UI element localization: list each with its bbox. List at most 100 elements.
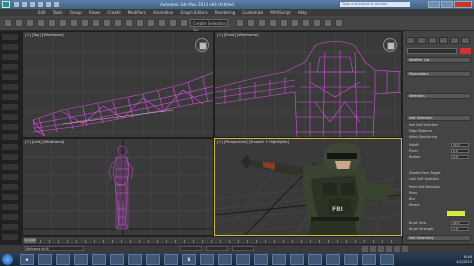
time-slider[interactable]: 0 / 100 — [22, 236, 402, 244]
strip-tool[interactable] — [2, 44, 18, 50]
undo-icon[interactable] — [38, 2, 43, 7]
strip-tool[interactable] — [2, 144, 18, 150]
layer-manager-icon[interactable] — [258, 19, 266, 27]
snaps-toggle-icon[interactable] — [180, 19, 188, 27]
redo-icon[interactable] — [46, 2, 51, 7]
utilities-tab-icon[interactable] — [461, 37, 470, 44]
taskbar-app-icon[interactable] — [128, 254, 142, 265]
viewport-left[interactable]: [+] [Left] [Wireframe] — [22, 138, 214, 236]
save-icon[interactable] — [30, 2, 35, 7]
strip-tool[interactable] — [2, 164, 18, 170]
rotate-icon[interactable] — [125, 19, 133, 27]
option-row[interactable]: Use Soft Selection — [409, 123, 438, 127]
menu-item-tools[interactable]: Tools — [53, 9, 63, 16]
create-tab-icon[interactable] — [406, 37, 415, 44]
material-editor-icon[interactable] — [302, 19, 310, 27]
rollout-soft-selection[interactable]: Soft Selection — [406, 115, 471, 121]
taskbar-app-icon[interactable] — [290, 254, 304, 265]
strip-tool[interactable] — [2, 54, 18, 60]
option-row[interactable]: Shaded Face Toggle — [409, 171, 440, 175]
strip-tool[interactable] — [2, 104, 18, 110]
viewport-label[interactable]: [+] [Top] [Wireframe] — [25, 33, 64, 37]
display-tab-icon[interactable] — [450, 37, 459, 44]
soldier-model[interactable]: FBI — [241, 143, 395, 235]
menu-item-customize[interactable]: Customize — [242, 9, 263, 16]
pivot-center-icon[interactable] — [158, 19, 166, 27]
timeline-track[interactable] — [40, 240, 398, 243]
viewport-front[interactable]: [+] [Front] [Wireframe] — [214, 31, 402, 138]
option-row[interactable]: Lock Soft Selection — [409, 177, 439, 181]
taskbar-app-icon[interactable] — [218, 254, 232, 265]
graphite-ribbon-icon[interactable] — [269, 19, 277, 27]
z-coordinate-field[interactable] — [232, 246, 254, 251]
select-manipulate-icon[interactable] — [169, 19, 177, 27]
x-coordinate-field[interactable] — [180, 246, 202, 251]
select-by-name-icon[interactable] — [81, 19, 89, 27]
project-folder-icon[interactable] — [54, 2, 59, 7]
menu-item-views[interactable]: Views — [89, 9, 101, 16]
strip-tool[interactable] — [2, 214, 18, 220]
modify-tab-icon[interactable] — [417, 37, 426, 44]
zoom-all-icon[interactable] — [370, 246, 376, 252]
mirror-icon[interactable] — [236, 19, 244, 27]
viewport-label[interactable]: [+] [Left] [Wireframe] — [25, 140, 64, 144]
option-row[interactable]: Edge Distance — [409, 129, 432, 133]
undo-icon[interactable] — [4, 19, 12, 27]
bubble-spinner[interactable]: 0.0 — [451, 155, 469, 159]
strip-tool[interactable] — [2, 224, 18, 230]
schematic-view-icon[interactable] — [291, 19, 299, 27]
zoom-icon[interactable] — [362, 246, 368, 252]
paint-options-highlight[interactable] — [447, 211, 465, 216]
rendered-frame-icon[interactable] — [324, 19, 332, 27]
curve-editor-icon[interactable] — [280, 19, 288, 27]
new-file-icon[interactable] — [14, 2, 19, 7]
taskbar-app-icon[interactable] — [254, 254, 268, 265]
strip-tool[interactable] — [2, 174, 18, 180]
pinch-spinner[interactable]: 0.0 — [451, 149, 469, 153]
taskbar-app-icon[interactable] — [380, 254, 394, 265]
option-row[interactable]: Blur — [409, 197, 415, 201]
select-object-icon[interactable] — [70, 19, 78, 27]
maximize-button[interactable] — [441, 1, 453, 8]
menu-item-rendering[interactable]: Rendering — [215, 9, 235, 16]
rollout-edit-geometry[interactable]: Edit Geometry — [406, 235, 471, 241]
taskbar-app-icon[interactable] — [92, 254, 106, 265]
strip-tool[interactable] — [2, 74, 18, 80]
render-production-icon[interactable] — [335, 19, 343, 27]
taskbar-app-icon[interactable]: S — [182, 254, 196, 265]
strip-tool[interactable] — [2, 134, 18, 140]
close-button[interactable] — [454, 1, 472, 8]
window-crossing-icon[interactable] — [103, 19, 111, 27]
brush-strength-spinner[interactable]: 1.0 — [451, 227, 469, 231]
maximize-viewport-icon[interactable] — [402, 246, 408, 252]
strip-tool[interactable] — [2, 204, 18, 210]
zoom-extents-icon[interactable] — [378, 246, 384, 252]
menu-item-animation[interactable]: Animation — [153, 9, 173, 16]
taskbar-app-icon[interactable] — [110, 254, 124, 265]
option-row[interactable]: Affect Backfacing — [409, 135, 437, 139]
named-selection-sets[interactable]: Create Selection Se — [190, 19, 228, 33]
app-logo-icon[interactable] — [2, 1, 10, 8]
strip-tool[interactable] — [2, 194, 18, 200]
taskbar-app-icon[interactable] — [146, 254, 160, 265]
taskbar-app-icon[interactable] — [344, 254, 358, 265]
rollout-parameters[interactable]: Parameters — [406, 71, 471, 77]
unlink-icon[interactable] — [37, 19, 45, 27]
menu-item-modifiers[interactable]: Modifiers — [128, 9, 146, 16]
menu-item-maxscript[interactable]: MAXScript — [270, 9, 291, 16]
taskbar-app-icon[interactable] — [56, 254, 70, 265]
move-icon[interactable] — [114, 19, 122, 27]
orbit-icon[interactable] — [394, 246, 400, 252]
pan-icon[interactable] — [386, 246, 392, 252]
option-row[interactable]: Revert — [409, 203, 419, 207]
menu-item-group[interactable]: Group — [70, 9, 82, 16]
render-setup-icon[interactable] — [313, 19, 321, 27]
taskbar-app-icon[interactable] — [200, 254, 214, 265]
strip-tool[interactable] — [2, 234, 18, 240]
strip-tool[interactable] — [2, 114, 18, 120]
falloff-spinner[interactable]: 20.0 — [451, 143, 469, 147]
open-file-icon[interactable] — [22, 2, 27, 7]
time-slider-handle[interactable]: 0 / 100 — [24, 238, 36, 243]
rollout-selection[interactable]: Selection — [406, 93, 471, 99]
torso-wireframe[interactable] — [215, 41, 402, 139]
